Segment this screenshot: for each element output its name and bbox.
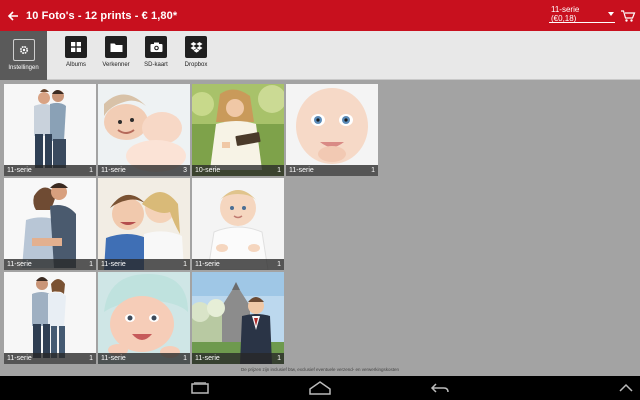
photo-count: 1	[89, 167, 93, 174]
photo-caption: 11-serie 1	[98, 259, 190, 270]
photo-tile[interactable]: 11-serie 3	[98, 84, 190, 176]
photo-caption: 11-serie 1	[4, 165, 96, 176]
albums-button[interactable]: Albums	[56, 36, 96, 76]
photo-count: 1	[277, 355, 281, 362]
photo-series: 11-serie	[101, 355, 126, 362]
albums-label: Albums	[65, 62, 86, 68]
back-arrow-icon[interactable]	[0, 0, 26, 31]
recent-apps-icon[interactable]	[188, 380, 212, 396]
photo-baby-smiling	[286, 84, 378, 176]
photo-toddler-sitting	[192, 178, 284, 270]
explorer-button[interactable]: Verkenner	[96, 36, 136, 76]
photo-count: 1	[89, 355, 93, 362]
series-dropdown[interactable]: 11-serie (€0,18)	[549, 4, 615, 23]
photo-caption: 11-serie 1	[4, 259, 96, 270]
page-title: 10 Foto's - 12 prints - € 1,80*	[26, 9, 178, 22]
photo-count: 1	[183, 261, 187, 268]
chevron-up-icon[interactable]	[616, 380, 636, 396]
sd-card-button[interactable]: SD-kaart	[136, 36, 176, 76]
photo-couple-standing	[4, 84, 96, 176]
photo-series: 11-serie	[195, 355, 220, 362]
explorer-label: Verkenner	[102, 62, 130, 68]
camera-icon	[145, 36, 167, 58]
photo-series: 11-serie	[7, 261, 32, 268]
gear-icon	[12, 39, 35, 61]
photo-two-kids	[98, 178, 190, 270]
photo-caption: 10-serie 1	[192, 165, 284, 176]
dropbox-button[interactable]: Dropbox	[176, 36, 216, 76]
photo-tile[interactable]: 11-serie 1	[98, 272, 190, 364]
photo-grid: 11-serie 1 11-serie 3 10-serie 1 11-seri…	[0, 80, 640, 376]
dropbox-label: Dropbox	[184, 62, 208, 68]
photo-tile[interactable]: 11-serie 1	[192, 272, 284, 364]
settings-label: Instellingen	[8, 65, 39, 71]
photo-caption: 11-serie 1	[98, 353, 190, 364]
photo-caption: 11-serie 1	[286, 165, 378, 176]
photo-tile[interactable]: 11-serie 1	[192, 178, 284, 270]
photo-count: 1	[371, 167, 375, 174]
photo-series: 11-serie	[195, 261, 220, 268]
photo-baby-hat	[98, 272, 190, 364]
dropbox-icon	[185, 36, 207, 58]
photo-series: 11-serie	[101, 167, 126, 174]
system-nav-bar	[0, 376, 640, 400]
grid-icon	[65, 36, 87, 58]
photo-count: 1	[183, 355, 187, 362]
folder-icon	[105, 36, 127, 58]
photo-mother-baby	[98, 84, 190, 176]
photo-series: 11-serie	[7, 355, 32, 362]
photo-caption: 11-serie 3	[98, 165, 190, 176]
action-bar: 10 Foto's - 12 prints - € 1,80* 11-serie…	[0, 0, 640, 31]
photo-count: 3	[183, 167, 187, 174]
photo-caption: 11-serie 1	[192, 353, 284, 364]
photo-tile[interactable]: 11-serie 1	[4, 272, 96, 364]
photo-tile[interactable]: 11-serie 1	[4, 178, 96, 270]
settings-button[interactable]: Instellingen	[0, 31, 47, 80]
home-icon[interactable]	[306, 380, 334, 396]
photo-caption: 11-serie 1	[4, 353, 96, 364]
series-dropdown-value: 11-serie (€0,18)	[551, 4, 580, 23]
photo-series: 10-serie	[195, 167, 221, 174]
back-nav-icon[interactable]	[428, 380, 452, 396]
photo-tile[interactable]: 11-serie 1	[4, 84, 96, 176]
photo-tile[interactable]: 11-serie 1	[286, 84, 378, 176]
photo-series: 11-serie	[101, 261, 126, 268]
photo-series: 11-serie	[7, 167, 32, 174]
photo-count: 1	[89, 261, 93, 268]
source-toolbar: Instellingen Albums Verkenner SD-kaart D…	[0, 31, 640, 80]
photo-count: 1	[277, 261, 281, 268]
photo-series: 11-serie	[289, 167, 314, 174]
cart-icon[interactable]	[620, 9, 636, 23]
photo-caption: 11-serie 1	[192, 259, 284, 270]
dropdown-caret-icon	[608, 11, 614, 16]
photo-couple-hug	[4, 178, 96, 270]
photo-tile[interactable]: 10-serie 1	[192, 84, 284, 176]
photo-tile[interactable]: 11-serie 1	[98, 178, 190, 270]
price-footnote: De prijzen zijn inclusief btw, exclusief…	[240, 367, 400, 372]
photo-girl-reading	[192, 84, 284, 176]
photo-couple-embrace	[4, 272, 96, 364]
photo-count: 1	[277, 167, 281, 174]
sd-card-label: SD-kaart	[144, 62, 168, 68]
photo-boy-church	[192, 272, 284, 364]
